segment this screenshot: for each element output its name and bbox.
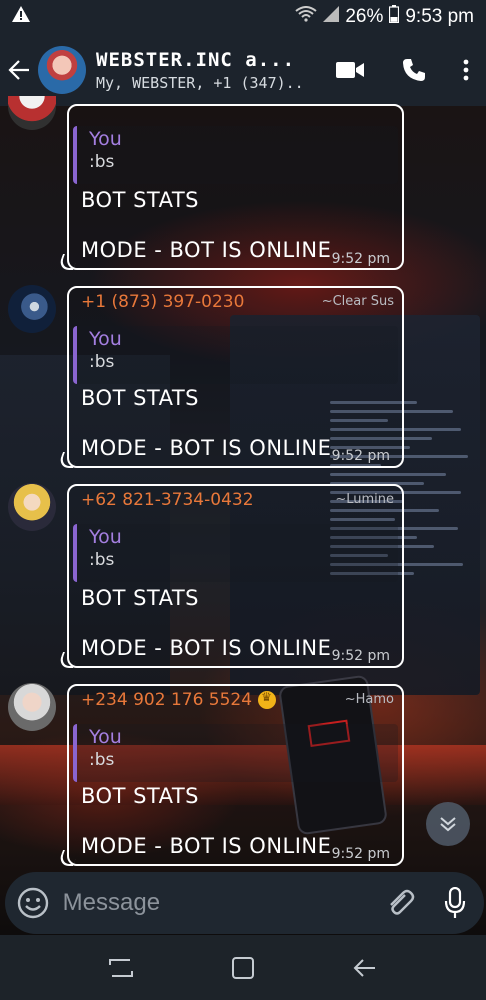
- crown-icon: [258, 690, 277, 709]
- quoted-message[interactable]: You :bs: [73, 126, 398, 184]
- quoted-message[interactable]: You :bs: [73, 524, 398, 582]
- message-bubble[interactable]: +1 (873) 397-0230 ~Clear Sus You :bs BOT…: [67, 286, 404, 468]
- sender-phone: +234 902 176 5524: [81, 690, 253, 710]
- message-line: MODE - BOT IS ONLINE: [81, 238, 332, 262]
- scroll-to-bottom-button[interactable]: [426, 802, 470, 846]
- sender-phone[interactable]: +62 821-3734-0432: [81, 490, 254, 510]
- emoji-button[interactable]: [5, 887, 61, 919]
- attach-button[interactable]: [373, 888, 427, 918]
- message-bubble[interactable]: +234 902 176 5524 ~Hamo You :bs BOT STAT…: [67, 684, 404, 866]
- message-line: BOT STATS: [81, 784, 199, 808]
- status-bar: 26% 9:53 pm: [0, 0, 486, 34]
- double-chevron-down-icon: [440, 817, 456, 832]
- sender-pushname: ~Clear Sus: [321, 294, 394, 309]
- warning-icon: [12, 6, 30, 28]
- sender-pushname: ~Hamo: [344, 692, 394, 707]
- battery-icon: [389, 5, 400, 29]
- chat-participants: My, WEBSTER, +1 (347)...: [96, 73, 306, 92]
- system-navigation-bar: [0, 935, 486, 1000]
- message-composer: [5, 872, 484, 934]
- voice-call-button[interactable]: [382, 34, 446, 106]
- quoted-text: :bs: [89, 750, 115, 770]
- emoji-icon: [17, 887, 49, 919]
- video-call-button[interactable]: [318, 34, 382, 106]
- message-line: MODE - BOT IS ONLINE: [81, 636, 332, 660]
- message-time: 9:52 pm: [331, 448, 390, 464]
- sender-avatar[interactable]: [8, 285, 56, 333]
- paperclip-icon: [389, 889, 414, 915]
- quoted-message[interactable]: You :bs: [73, 724, 398, 782]
- recent-apps-button[interactable]: [96, 943, 146, 993]
- message-bubble[interactable]: +62 821-3734-0432 ~Lumine You :bs BOT ST…: [67, 484, 404, 668]
- sender-pushname: ~Lumine: [335, 492, 394, 507]
- overflow-menu-button[interactable]: [446, 34, 486, 106]
- message-time: 9:52 pm: [331, 846, 390, 862]
- sender-phone-line[interactable]: +234 902 176 5524: [81, 690, 277, 710]
- message-line: BOT STATS: [81, 586, 199, 610]
- video-camera-icon: [336, 62, 364, 78]
- home-icon: [232, 956, 254, 979]
- message-bubble[interactable]: You :bs BOT STATS MODE - BOT IS ONLINE 9…: [67, 104, 404, 270]
- sender-avatar[interactable]: [8, 483, 56, 531]
- microphone-icon: [445, 887, 466, 918]
- quoted-text: :bs: [89, 550, 115, 570]
- chat-title-block[interactable]: WEBSTER.INC a... My, WEBSTER, +1 (347)..…: [96, 49, 306, 92]
- quoted-text: :bs: [89, 152, 115, 172]
- quoted-author: You: [89, 726, 122, 748]
- sender-avatar[interactable]: [8, 683, 56, 731]
- quoted-text: :bs: [89, 352, 115, 372]
- signal-icon: [323, 6, 340, 28]
- battery-percent: 26%: [345, 6, 384, 27]
- quoted-message[interactable]: You :bs: [73, 326, 398, 384]
- voice-message-button[interactable]: [426, 887, 484, 919]
- message-line: MODE - BOT IS ONLINE: [81, 436, 332, 460]
- group-avatar[interactable]: [38, 46, 86, 94]
- arrow-left-icon: [8, 60, 29, 80]
- back-nav-button[interactable]: [340, 943, 390, 993]
- message-line: BOT STATS: [81, 386, 199, 410]
- recents-icon: [109, 958, 133, 977]
- back-arrow-icon: [353, 958, 375, 977]
- message-line: MODE - BOT IS ONLINE: [81, 834, 332, 858]
- chat-header: WEBSTER.INC a... My, WEBSTER, +1 (347)..…: [0, 34, 486, 106]
- chat-title: WEBSTER.INC a...: [96, 48, 296, 71]
- phone-icon: [403, 59, 425, 81]
- message-line: BOT STATS: [81, 188, 199, 212]
- clock: 9:53 pm: [405, 6, 474, 27]
- quoted-author: You: [89, 526, 122, 548]
- more-vertical-icon: [463, 59, 469, 81]
- message-time: 9:52 pm: [331, 251, 390, 267]
- wifi-icon: [295, 6, 317, 28]
- quoted-author: You: [89, 128, 122, 150]
- quoted-author: You: [89, 328, 122, 350]
- message-input[interactable]: [60, 883, 373, 923]
- home-button[interactable]: [218, 943, 268, 993]
- sender-phone[interactable]: +1 (873) 397-0230: [81, 292, 244, 312]
- message-time: 9:52 pm: [331, 648, 390, 664]
